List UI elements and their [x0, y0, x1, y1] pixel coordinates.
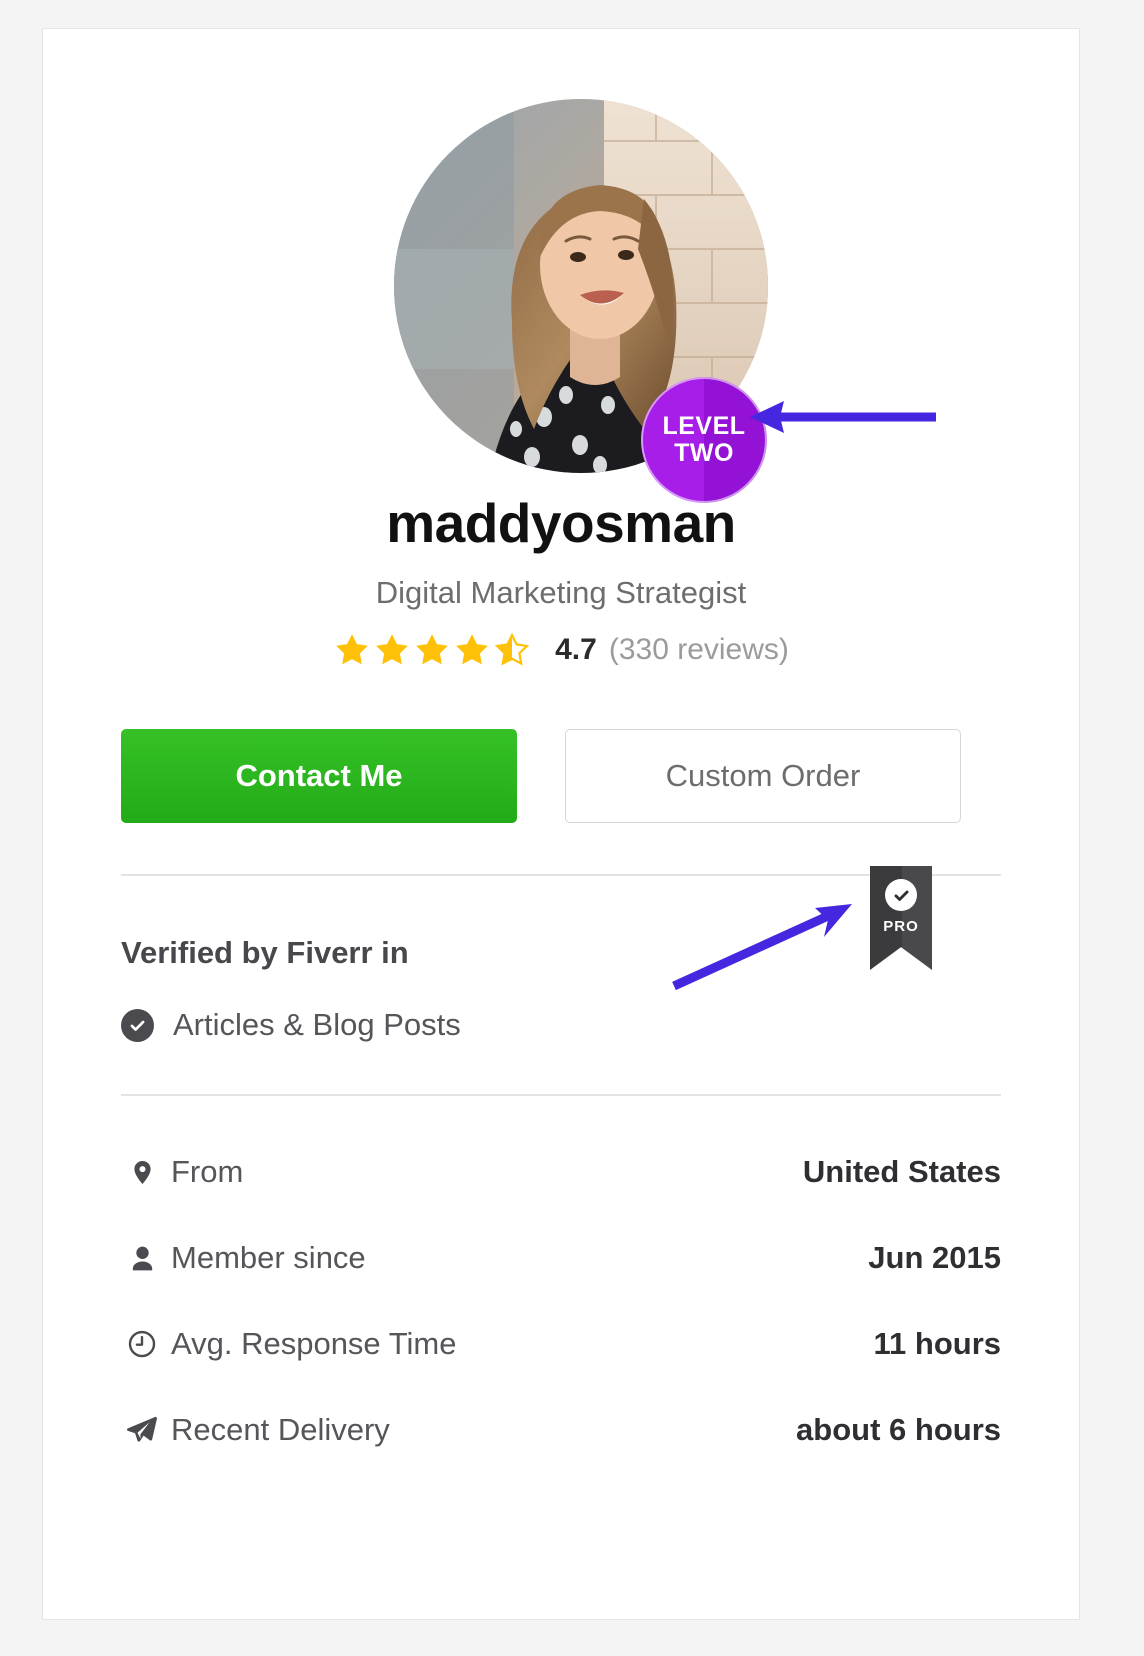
stat-row-response-time: Avg. Response Time 11 hours — [121, 1301, 1001, 1387]
person-icon — [121, 1243, 163, 1274]
seller-profile-card: LEVEL TWO maddyosman Digital Marketing S… — [42, 28, 1080, 1620]
star-half-icon — [494, 632, 530, 666]
star-icon — [376, 634, 408, 665]
rating-row: 4.7 (330 reviews) — [43, 631, 1079, 669]
stat-row-recent-delivery: Recent Delivery about 6 hours — [121, 1387, 1001, 1473]
stat-label: Member since — [171, 1240, 366, 1275]
divider-top — [121, 874, 1001, 876]
stat-value: United States — [802, 1154, 1001, 1189]
divider-bottom — [121, 1094, 1001, 1096]
stat-row-from: From United States — [121, 1129, 1001, 1215]
send-icon — [121, 1414, 163, 1446]
profile-card-page: LEVEL TWO maddyosman Digital Marketing S… — [0, 0, 1144, 1656]
stat-value: about 6 hours — [796, 1412, 1001, 1447]
username: maddyosman — [386, 492, 736, 554]
clock-icon — [121, 1329, 163, 1359]
seller-stats-list: From United States Member since Jun 2015… — [121, 1129, 1001, 1473]
verified-category-label: Articles & Blog Posts — [173, 1007, 461, 1042]
custom-order-button[interactable]: Custom Order — [565, 729, 961, 823]
level-badge-line2: TWO — [674, 439, 734, 467]
pro-badge: PRO — [870, 866, 932, 970]
verified-heading: Verified by Fiverr in — [121, 935, 409, 970]
location-pin-icon — [121, 1156, 163, 1189]
star-icon — [336, 634, 368, 665]
pro-badge-label: PRO — [883, 918, 919, 935]
star-icon — [456, 634, 488, 665]
stat-label: From — [171, 1154, 244, 1189]
contact-me-button[interactable]: Contact Me — [121, 729, 517, 823]
stat-value: Jun 2015 — [868, 1240, 1001, 1275]
pro-check-icon — [885, 879, 917, 911]
level-badge-line1: LEVEL — [662, 412, 746, 440]
profile-tagline: Digital Marketing Strategist — [375, 575, 747, 610]
stat-row-member-since: Member since Jun 2015 — [121, 1215, 1001, 1301]
level-badge: LEVEL TWO — [641, 377, 767, 503]
avatar-container: LEVEL TWO — [394, 99, 768, 503]
star-icon — [416, 634, 448, 665]
action-buttons: Contact Me Custom Order — [121, 729, 1001, 823]
stat-value: 11 hours — [873, 1326, 1002, 1361]
verified-category-item: Articles & Blog Posts — [121, 1007, 461, 1043]
stat-label: Avg. Response Time — [171, 1326, 457, 1361]
stat-label: Recent Delivery — [171, 1412, 390, 1447]
rating-score: 4.7 — [555, 633, 597, 666]
star-rating — [333, 631, 531, 669]
check-circle-icon — [121, 1008, 154, 1042]
rating-count: (330 reviews) — [608, 633, 789, 666]
